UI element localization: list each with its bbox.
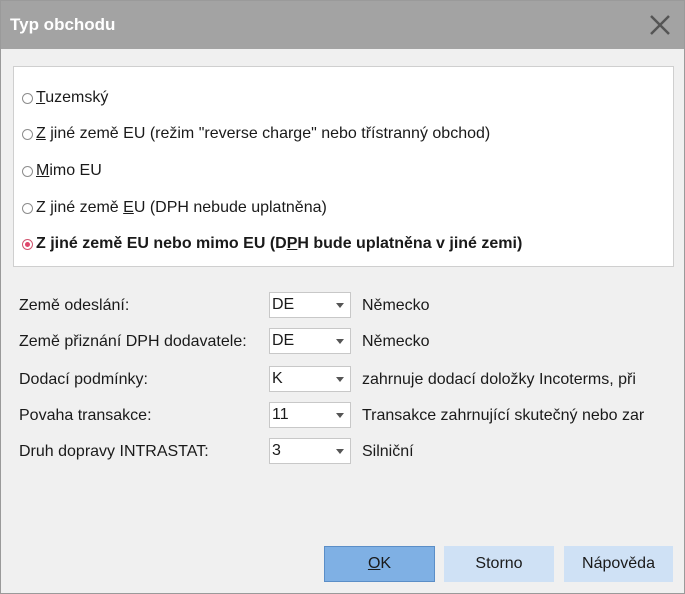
dropdown-arrow-icon xyxy=(336,303,344,308)
trade-type-radio-group: Tuzemský Z jiné země EU (režim "reverse … xyxy=(13,66,674,267)
radio-button-icon xyxy=(22,238,33,250)
select-value: DE xyxy=(272,332,295,349)
dropdown-arrow-icon xyxy=(336,377,344,382)
field-description: Silniční xyxy=(362,443,414,460)
field-description: Německo xyxy=(362,333,430,350)
radio-label: Z jiné země EU nebo mimo EU (DPH bude up… xyxy=(36,235,523,252)
radio-label: Mimo EU xyxy=(36,162,102,179)
radio-button-icon xyxy=(22,165,33,177)
field-label: Země odeslání: xyxy=(19,297,130,314)
dialog: Typ obchodu Tuzemský Z jiné země EU (rež… xyxy=(0,0,685,594)
field-label: Země přiznání DPH dodavatele: xyxy=(19,333,247,350)
field-label: Dodací podmínky: xyxy=(19,371,148,388)
radio-label: Z jiné země EU (režim "reverse charge" n… xyxy=(36,125,491,142)
select-value: DE xyxy=(272,296,295,313)
cancel-button[interactable]: Storno xyxy=(444,546,554,582)
title-bar: Typ obchodu xyxy=(1,1,684,49)
dropdown-arrow-icon xyxy=(336,449,344,454)
radio-button-icon xyxy=(22,92,33,104)
close-x-icon xyxy=(650,15,670,35)
vat-country-select[interactable]: DE xyxy=(269,328,351,354)
radio-button-icon xyxy=(22,202,33,214)
form-row-dispatch-country: Země odeslání: DE Německo xyxy=(19,292,669,320)
form-row-vat-country: Země přiznání DPH dodavatele: DE Německo xyxy=(19,328,669,356)
field-label: Povaha transakce: xyxy=(19,407,152,424)
dropdown-arrow-icon xyxy=(336,413,344,418)
transport-mode-select[interactable]: 3 xyxy=(269,438,351,464)
radio-button-icon xyxy=(22,128,33,140)
field-description: zahrnuje dodací doložky Incoterms, při xyxy=(362,371,636,388)
radio-outside-eu[interactable]: Mimo EU xyxy=(22,160,102,182)
radio-eu-reverse-charge[interactable]: Z jiné země EU (režim "reverse charge" n… xyxy=(22,123,490,145)
close-button[interactable] xyxy=(644,9,676,41)
dialog-title: Typ obchodu xyxy=(10,15,116,34)
delivery-terms-select[interactable]: K xyxy=(269,366,351,392)
select-value: 11 xyxy=(272,406,289,423)
select-value: 3 xyxy=(272,442,281,459)
form-row-transaction-nature: Povaha transakce: 11 Transakce zahrnujíc… xyxy=(19,402,669,430)
ok-button[interactable]: OK xyxy=(324,546,435,582)
radio-label: Tuzemský xyxy=(36,89,109,106)
radio-label: Z jiné země EU (DPH nebude uplatněna) xyxy=(36,199,327,216)
dispatch-country-select[interactable]: DE xyxy=(269,292,351,318)
radio-domestic[interactable]: Tuzemský xyxy=(22,87,108,109)
transaction-nature-select[interactable]: 11 xyxy=(269,402,351,428)
select-value: K xyxy=(272,370,283,387)
field-description: Transakce zahrnující skutečný nebo zar xyxy=(362,407,645,424)
dropdown-arrow-icon xyxy=(336,339,344,344)
help-button[interactable]: Nápověda xyxy=(564,546,673,582)
form-row-delivery-terms: Dodací podmínky: K zahrnuje dodací dolož… xyxy=(19,366,669,394)
form-row-transport-mode: Druh dopravy INTRASTAT: 3 Silniční xyxy=(19,438,669,466)
radio-vat-other-country[interactable]: Z jiné země EU nebo mimo EU (DPH bude up… xyxy=(22,233,522,255)
field-label: Druh dopravy INTRASTAT: xyxy=(19,443,209,460)
field-description: Německo xyxy=(362,297,430,314)
radio-eu-no-vat[interactable]: Z jiné země EU (DPH nebude uplatněna) xyxy=(22,197,327,219)
